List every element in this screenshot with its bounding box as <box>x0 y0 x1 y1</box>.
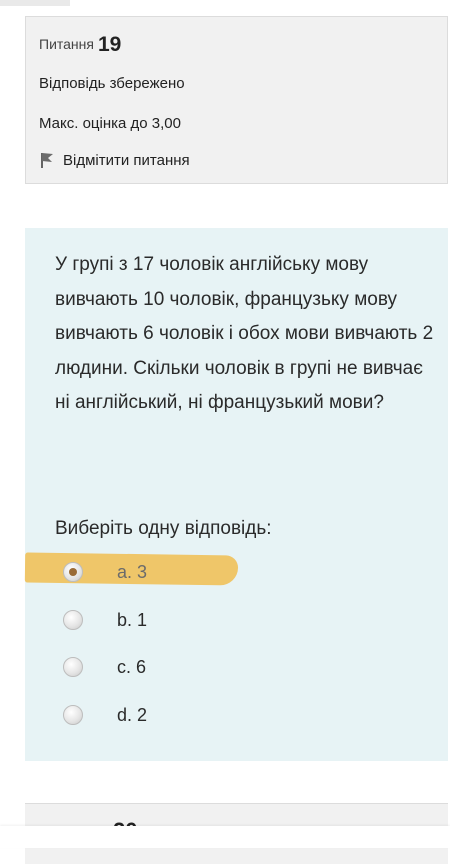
answer-option-a[interactable]: a. 3 <box>63 560 147 584</box>
radio-button-c[interactable] <box>63 657 83 677</box>
question-text: У групі з 17 чоловік англійську мову вив… <box>55 254 434 413</box>
question-info-panel: Питання 19 Відповідь збережено Макс. оцін… <box>25 16 448 184</box>
answer-option-label: a. 3 <box>117 561 148 582</box>
flag-icon <box>41 153 53 168</box>
flag-question-link[interactable]: Відмітити питання <box>39 151 190 169</box>
bottom-bar <box>0 826 450 848</box>
radio-button-d[interactable] <box>63 705 83 725</box>
flag-question-label: Відмітити питання <box>63 151 190 169</box>
question-number: 19 <box>97 33 122 56</box>
answer-option-label: d. 2 <box>117 704 148 725</box>
answer-option-label: c. 6 <box>117 656 147 677</box>
radio-button-a[interactable] <box>63 562 83 582</box>
answer-option-c[interactable]: c. 6 <box>63 655 146 679</box>
answer-option-d[interactable]: d. 2 <box>63 703 147 727</box>
max-grade: Макс. оцінка до 3,00 <box>39 115 181 132</box>
radio-button-b[interactable] <box>63 610 83 630</box>
question-number-label: Питання 19 <box>39 33 121 57</box>
answer-option-label: b. 1 <box>117 609 148 630</box>
question-word: Питання <box>39 36 94 52</box>
previous-panel-edge <box>0 0 70 6</box>
answer-option-b[interactable]: b. 1 <box>63 608 147 632</box>
question-content-panel: У групі з 17 чоловік англійську мову вив… <box>24 228 448 761</box>
answer-prompt: Виберіть одну відповідь: <box>55 518 272 539</box>
answer-state: Відповідь збережено <box>39 75 185 92</box>
